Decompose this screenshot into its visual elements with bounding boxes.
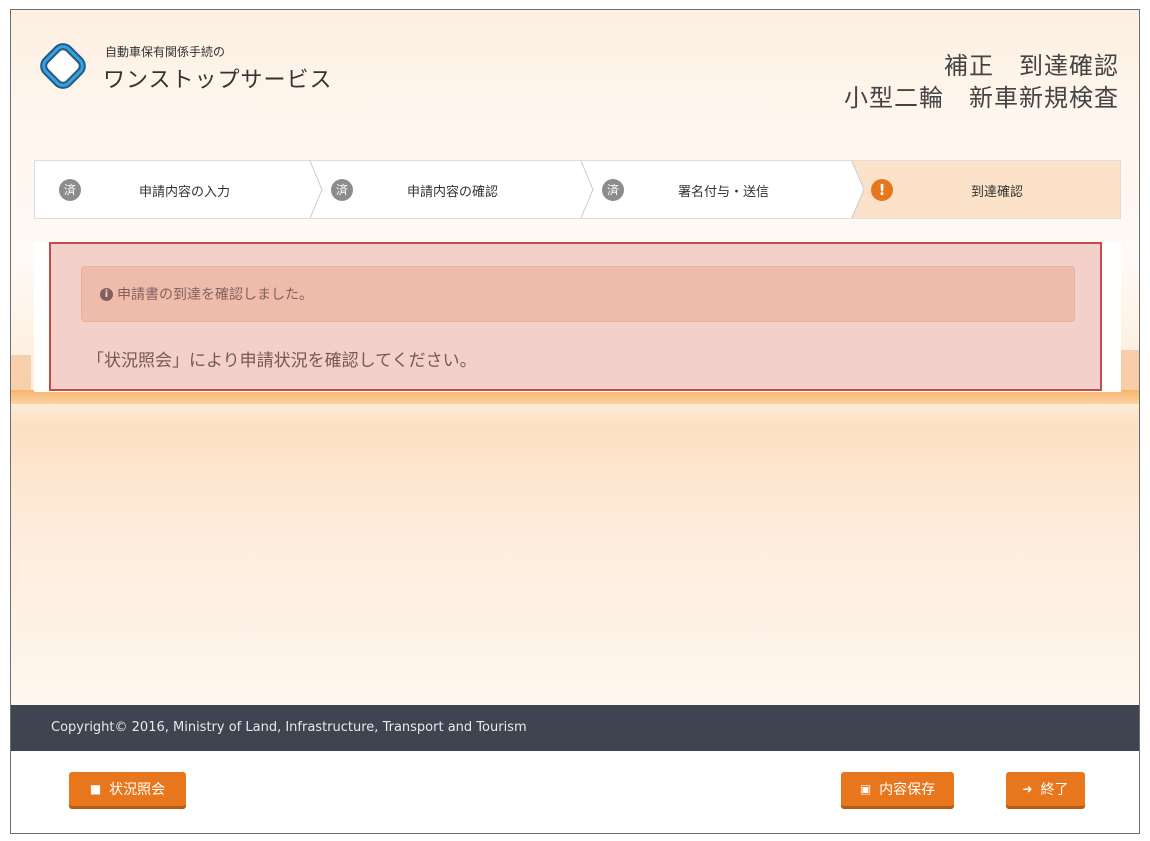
- step-label: 申請内容の入力: [139, 185, 231, 200]
- progress-steps: 済 申請内容の入力 済 申請内容の確認 済 署名付与・送信 ! 到達確認: [34, 160, 1121, 219]
- step-separator: [580, 161, 594, 218]
- step-sign-send: 済 署名付与・送信: [594, 161, 854, 218]
- sign-out-icon: ➜: [1022, 782, 1033, 796]
- page-title: 補正 到達確認: [944, 52, 1119, 80]
- done-badge: 済: [602, 178, 624, 201]
- step-confirm: 済 申請内容の確認: [323, 161, 583, 218]
- step-label: 到達確認: [971, 185, 1024, 200]
- floppy-disk-icon: ▣: [859, 782, 872, 796]
- save-label: 内容保存: [879, 782, 936, 798]
- step-separator: [309, 161, 323, 218]
- copyright-text: Copyright© 2016, Ministry of Land, Infra…: [51, 720, 527, 735]
- document-icon: ■: [89, 782, 102, 796]
- step-label: 申請内容の確認: [407, 185, 499, 200]
- brand-subtitle: 自動車保有関係手続の: [105, 45, 226, 59]
- step-separator: [851, 161, 865, 218]
- done-badge: 済: [59, 178, 81, 201]
- save-button[interactable]: ▣ 内容保存: [841, 772, 954, 806]
- exit-label: 終了: [1040, 782, 1069, 798]
- app-window: 自動車保有関係手続の ワンストップサービス 補正 到達確認 小型二輪 新車新規検…: [10, 9, 1140, 834]
- status-inquiry-button[interactable]: ■ 状況照会: [69, 772, 186, 806]
- step-arrival-current: ! 到達確認: [851, 161, 1120, 218]
- page-subtitle: 小型二輪 新車新規検査: [844, 84, 1119, 112]
- status-inquiry-label: 状況照会: [109, 782, 166, 798]
- brand-title: ワンストップサービス: [103, 68, 333, 93]
- logo-icon: [40, 43, 86, 89]
- highlight-box: [49, 242, 1102, 391]
- step-input: 済 申請内容の入力: [35, 161, 315, 218]
- decorative-band: [11, 390, 1139, 404]
- done-badge: 済: [331, 178, 353, 201]
- exit-button[interactable]: ➜ 終了: [1006, 772, 1085, 806]
- alert-badge-icon: !: [871, 178, 893, 201]
- step-label: 署名付与・送信: [678, 185, 770, 200]
